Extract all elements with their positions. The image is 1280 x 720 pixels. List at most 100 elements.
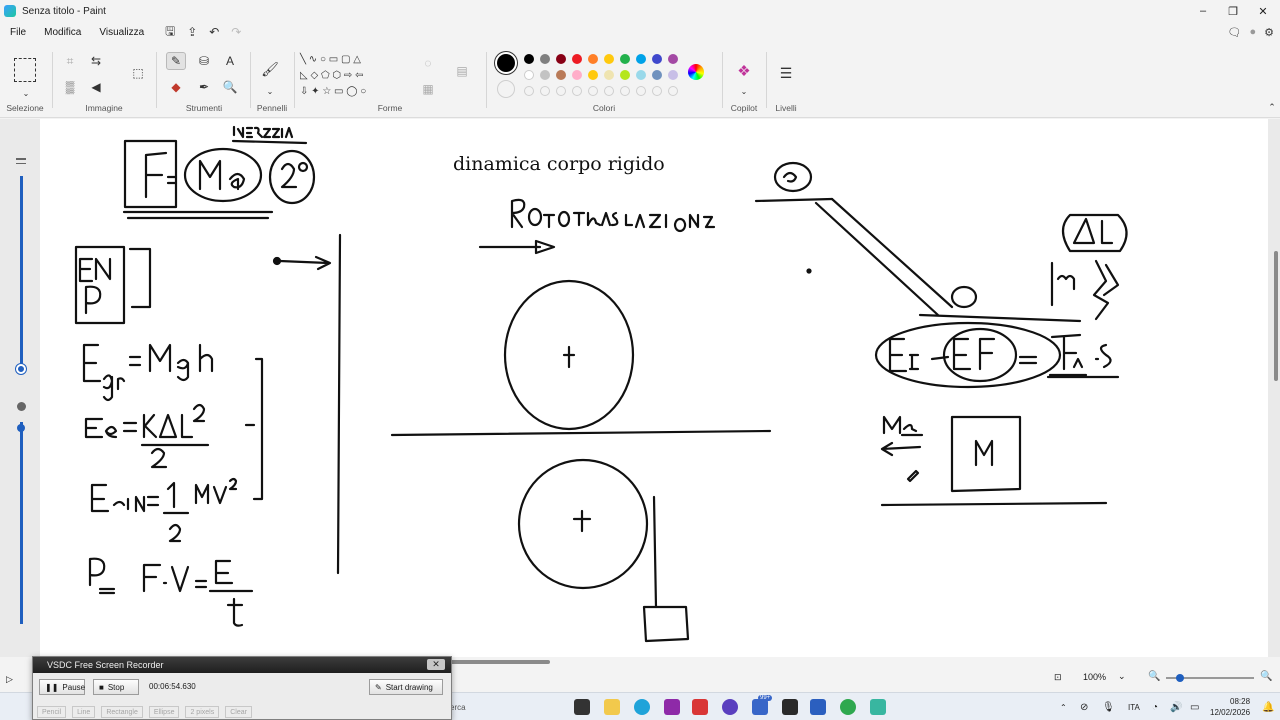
app-icon-badge[interactable] xyxy=(752,699,768,715)
rotate-icon[interactable]: ◀ xyxy=(86,78,106,96)
tray-chevron-icon[interactable]: ⌃ xyxy=(1060,703,1067,712)
custom-color-slot[interactable] xyxy=(524,86,534,96)
brush-dropdown-icon[interactable]: ⌄ xyxy=(260,82,280,100)
volume-icon[interactable]: 🔊 xyxy=(1170,702,1182,713)
opacity-slider-track[interactable] xyxy=(20,422,23,624)
recorder-close-icon[interactable]: ✕ xyxy=(427,659,445,670)
app-icon-dark[interactable] xyxy=(782,699,798,715)
color-swatch[interactable] xyxy=(620,70,630,80)
custom-color-slot[interactable] xyxy=(636,86,646,96)
custom-color-slot[interactable] xyxy=(556,86,566,96)
color-swatch[interactable] xyxy=(636,70,646,80)
tool-ellipse[interactable]: Ellipse xyxy=(148,706,180,718)
color-swatch[interactable] xyxy=(524,54,534,64)
menu-visualizza[interactable]: Visualizza xyxy=(90,22,153,42)
color-swatch[interactable] xyxy=(556,70,566,80)
shapes-row-3[interactable]: ⇩ ✦ ☆ ▭ ◯ ○ xyxy=(300,82,404,100)
color-swatch[interactable] xyxy=(620,54,630,64)
shape-outline-icon[interactable]: ◌ xyxy=(418,54,438,72)
copilot-icon[interactable]: ❖ xyxy=(734,62,754,80)
color-swatch[interactable] xyxy=(668,54,678,64)
zoom-slider-thumb[interactable] xyxy=(1176,674,1184,682)
custom-color-slot[interactable] xyxy=(652,86,662,96)
shape-fill-icon[interactable]: ▤ xyxy=(452,62,472,80)
settings-gear-icon[interactable]: ⚙ xyxy=(1264,26,1274,39)
menu-file[interactable]: File xyxy=(0,22,35,42)
tool-pencil[interactable]: Pencil xyxy=(37,706,67,718)
color-swatch[interactable] xyxy=(604,70,614,80)
color-swatch[interactable] xyxy=(572,54,582,64)
crop-icon[interactable]: ⌗ xyxy=(60,52,80,70)
tool-line-width[interactable]: 2 pixels xyxy=(185,706,220,718)
file-explorer-icon[interactable] xyxy=(604,699,620,715)
color-swatch[interactable] xyxy=(540,54,550,64)
zoom-in-icon[interactable]: 🔍 xyxy=(1260,671,1272,682)
app-icon-violet[interactable] xyxy=(722,699,738,715)
custom-color-slot[interactable] xyxy=(588,86,598,96)
edit-colors-icon[interactable] xyxy=(688,64,704,80)
minimize-button[interactable]: – xyxy=(1186,0,1220,22)
custom-color-slot[interactable] xyxy=(604,86,614,96)
tool-line[interactable]: Line xyxy=(72,706,96,718)
network-icon[interactable]: ⊘ xyxy=(1080,702,1088,713)
copilot-dropdown-icon[interactable]: ⌄ xyxy=(734,82,754,100)
fill-bucket-icon[interactable]: ⛁ xyxy=(194,52,214,70)
stop-button[interactable]: ■ Stop xyxy=(93,679,139,695)
tool-clear[interactable]: Clear xyxy=(225,706,252,718)
secondary-color-swatch[interactable] xyxy=(497,80,515,98)
clock-date[interactable]: 12/02/2026 xyxy=(1210,708,1250,717)
taskbar-search-text[interactable]: erca xyxy=(450,703,466,712)
brush-icon[interactable]: 🖌 xyxy=(260,60,280,78)
pencil-icon[interactable]: ✎ xyxy=(166,52,186,70)
text-tool-icon[interactable]: A xyxy=(220,52,240,70)
maximize-button[interactable]: ❐ xyxy=(1216,0,1250,22)
layers-icon[interactable]: ☰ xyxy=(776,64,796,82)
fit-screen-icon[interactable]: ⊡ xyxy=(1054,672,1062,683)
comment-icon[interactable]: 🗨 xyxy=(1228,26,1242,39)
app-icon-red[interactable] xyxy=(692,699,708,715)
pause-button[interactable]: ❚❚ Pause xyxy=(39,679,85,695)
custom-color-slot[interactable] xyxy=(572,86,582,96)
resize-icon[interactable]: ⇆ xyxy=(86,52,106,70)
paint-taskbar-icon[interactable] xyxy=(870,699,886,715)
menu-modifica[interactable]: Modifica xyxy=(35,22,90,42)
custom-color-slot[interactable] xyxy=(620,86,630,96)
magnifier-icon[interactable]: 🔍 xyxy=(220,78,240,96)
color-swatch[interactable] xyxy=(668,70,678,80)
custom-color-slot[interactable] xyxy=(540,86,550,96)
battery-icon[interactable]: ▭ xyxy=(1190,702,1199,713)
custom-color-slot[interactable] xyxy=(668,86,678,96)
edge-icon[interactable] xyxy=(634,699,650,715)
color-swatch[interactable] xyxy=(588,70,598,80)
chrome-icon[interactable] xyxy=(840,699,856,715)
color-swatch[interactable] xyxy=(556,54,566,64)
chevron-down-icon[interactable]: ⌄ xyxy=(16,84,36,102)
color-picker-icon[interactable]: ✒ xyxy=(194,78,214,96)
color-swatch[interactable] xyxy=(588,54,598,64)
clock-time[interactable]: 08:28 xyxy=(1230,697,1250,706)
task-view-icon[interactable] xyxy=(574,699,590,715)
color-swatch[interactable] xyxy=(524,70,534,80)
vertical-scrollbar[interactable] xyxy=(1274,251,1278,381)
save-icon[interactable]: 🖫 xyxy=(159,22,181,42)
image-select-icon[interactable]: ⬚ xyxy=(128,64,148,82)
tool-rectangle[interactable]: Rectangle xyxy=(101,706,143,718)
wifi-icon[interactable]: ◔ xyxy=(1152,702,1158,713)
collapse-ribbon-icon[interactable]: ⌃ xyxy=(1262,98,1280,116)
redo-icon[interactable]: ↷ xyxy=(225,22,247,42)
zoom-out-icon[interactable]: 🔍 xyxy=(1148,671,1160,682)
play-icon[interactable]: ▷ xyxy=(6,674,13,685)
zoom-dropdown-icon[interactable]: ⌄ xyxy=(1118,671,1126,682)
color-swatch[interactable] xyxy=(540,70,550,80)
drawing-canvas[interactable]: dinamica corpo rigido xyxy=(40,119,1268,657)
opacity-slider-thumb[interactable] xyxy=(17,424,25,432)
share-icon[interactable]: ⇪ xyxy=(181,22,203,42)
eraser-icon[interactable]: ◆ xyxy=(166,78,186,96)
zoom-level[interactable]: 100% xyxy=(1083,672,1106,682)
app-icon-purple[interactable] xyxy=(664,699,680,715)
start-drawing-button[interactable]: ✎ Start drawing xyxy=(369,679,443,695)
remove-background-icon[interactable]: ▒ xyxy=(60,78,80,96)
notifications-icon[interactable]: 🔔 xyxy=(1262,702,1274,713)
close-button[interactable]: ✕ xyxy=(1246,0,1280,22)
color-swatch[interactable] xyxy=(652,70,662,80)
